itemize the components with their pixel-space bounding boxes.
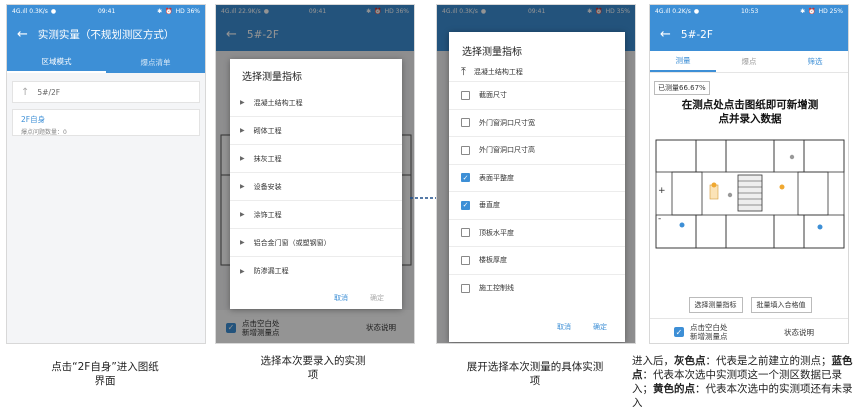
bluetooth-icon: ✱ xyxy=(800,8,806,15)
tab-measure[interactable]: 测量 xyxy=(650,51,716,72)
checkbox-icon[interactable] xyxy=(461,283,470,293)
dialog-buttons: 取消 确定 xyxy=(557,322,625,332)
alarm-icon: ⏰ xyxy=(808,8,816,15)
clock: 09:41 xyxy=(97,8,116,15)
metric-option[interactable]: ▶ 铝合金门窗（或塑钢窗） xyxy=(230,229,402,257)
alarm-icon: ⏰ xyxy=(165,8,173,15)
caption-step-1: 点击“2F自身”进入图纸 界面 xyxy=(51,361,159,387)
wechat-icon: ● xyxy=(50,8,57,15)
dialog-title: 选择测量指标 xyxy=(462,47,522,58)
checkbox-icon[interactable] xyxy=(461,118,470,128)
batch-fill-button[interactable]: 批量填入合格值 xyxy=(750,297,812,313)
region-item[interactable]: 2F自身 爆点问题数量：0 xyxy=(12,109,200,136)
checkbox-icon[interactable] xyxy=(461,90,470,100)
back-arrow-icon[interactable]: ← xyxy=(17,27,28,42)
submetric-option[interactable]: 顶板水平度 xyxy=(449,220,625,247)
tab-bar: 区域模式 爆点清单 xyxy=(7,51,205,73)
up-arrow-icon: ⤒ xyxy=(461,64,466,78)
action-buttons: 选择测量指标 批量填入合格值 xyxy=(650,297,848,313)
signal-text: 4G.ıll 0.2K/s xyxy=(655,8,691,15)
back-arrow-icon[interactable]: ← xyxy=(660,27,671,42)
expand-triangle-icon: ▶ xyxy=(240,99,245,106)
expand-triangle-icon: ▶ xyxy=(240,155,245,162)
up-arrow-icon: ↑ xyxy=(21,86,30,98)
status-bar: 4G.ıll 0.2K/s ● 10:53 ✱ ⏰ HD 25% xyxy=(650,5,848,18)
path-row[interactable]: ↑ 5#/2F xyxy=(12,81,200,103)
select-submetric-dialog: 选择测量指标 ⤒ 混凝土结构工程 截面尺寸 外门窗洞口尺寸宽 外门窗洞口尺寸高 … xyxy=(449,32,625,342)
caption-step-3: 展开选择本次测量的具体实测 项 xyxy=(466,361,604,387)
ok-button[interactable]: 确定 xyxy=(370,293,384,303)
tab-burst[interactable]: 爆点 xyxy=(716,51,782,72)
signal-text: 4G.ıll 0.3K/s xyxy=(12,8,48,15)
status-bar: 4G.ıll 0.3K/s ● 09:41 ✱ ⏰ HD 36% xyxy=(7,5,205,18)
tab-bar: 测量 爆点 筛选 xyxy=(650,51,848,73)
metric-option[interactable]: ▶ 防渗漏工程 xyxy=(230,257,402,285)
metric-option[interactable]: ▶ 砌体工程 xyxy=(230,117,402,145)
checkbox-checked-icon[interactable]: ✓ xyxy=(461,200,470,210)
clock: 10:53 xyxy=(740,8,759,15)
phone-screen-3: 4G.ıll 0.3K/s ● 09:41 ✱ ⏰ HD 35% 选择测量指标 ⤒ 混… xyxy=(436,4,636,344)
dialog-title: 选择测量指标 xyxy=(242,72,302,83)
instruction-text: 在测点处点击图纸即可新增测 点并录入数据 xyxy=(681,99,819,125)
region-item-sub: 爆点问题数量：0 xyxy=(21,129,67,136)
submetric-option[interactable]: 外门窗洞口尺寸宽 xyxy=(449,110,625,137)
checkbox-icon[interactable] xyxy=(461,145,470,155)
measured-badge: 已测量66.67% xyxy=(654,81,710,95)
zoom-controls: + - xyxy=(658,177,666,233)
submetric-option[interactable]: ✓ 垂直度 xyxy=(449,192,625,220)
floor-plan[interactable] xyxy=(652,135,848,255)
zoom-in-button[interactable]: + xyxy=(658,177,666,205)
checkbox-icon[interactable] xyxy=(461,255,470,265)
ok-button[interactable]: 确定 xyxy=(593,322,607,332)
parent-label: 混凝土结构工程 xyxy=(473,67,523,76)
checkbox-checked-icon[interactable]: ✓ xyxy=(461,173,470,183)
zoom-out-button[interactable]: - xyxy=(658,205,666,233)
expand-triangle-icon: ▶ xyxy=(240,239,245,246)
metric-option[interactable]: ▶ 设备安装 xyxy=(230,173,402,201)
app-bar: ← 实测实量（不规划测区方式） xyxy=(7,18,205,51)
submetric-option[interactable]: 截面尺寸 xyxy=(449,82,625,110)
metric-option[interactable]: ▶ 混凝土结构工程 xyxy=(230,89,402,117)
region-item-title: 2F自身 xyxy=(21,115,46,124)
caption-step-2: 选择本次要录入的实测 项 xyxy=(260,355,366,381)
submetric-option[interactable]: ✓ 表面平整度 xyxy=(449,165,625,192)
metric-option[interactable]: ▶ 涂饰工程 xyxy=(230,201,402,229)
expand-triangle-icon: ▶ xyxy=(240,183,245,190)
cancel-button[interactable]: 取消 xyxy=(557,322,571,332)
checkbox-checked-icon[interactable]: ✓ xyxy=(674,327,684,337)
checkbox-icon[interactable] xyxy=(461,228,470,238)
metric-option[interactable]: ▶ 抹灰工程 xyxy=(230,145,402,173)
page-title: 5#-2F xyxy=(680,28,713,41)
select-metric-button[interactable]: 选择测量指标 xyxy=(688,297,743,313)
status-legend-link[interactable]: 状态说明 xyxy=(784,327,814,338)
cancel-button[interactable]: 取消 xyxy=(334,293,348,303)
bottom-bar: ✓ 点击空白处 新增测量点 状态说明 xyxy=(650,318,848,343)
submetric-option[interactable]: 外门窗洞口尺寸高 xyxy=(449,137,625,165)
submetric-option[interactable]: 楼板厚度 xyxy=(449,247,625,275)
battery-text: HD 36% xyxy=(175,8,200,15)
tab-region-mode[interactable]: 区域模式 xyxy=(7,51,106,73)
parent-row[interactable]: ⤒ 混凝土结构工程 xyxy=(449,62,625,82)
submetric-list: 截面尺寸 外门窗洞口尺寸宽 外门窗洞口尺寸高 ✓ 表面平整度 ✓ 垂直度 顶板水平度… xyxy=(449,82,625,302)
page-title: 实测实量（不规划测区方式） xyxy=(37,29,175,41)
tab-filter[interactable]: 筛选 xyxy=(782,51,848,72)
path-text: 5#/2F xyxy=(37,87,61,97)
battery-text: HD 25% xyxy=(818,8,843,15)
phone-screen-4: 4G.ıll 0.2K/s ● 10:53 ✱ ⏰ HD 25% ← 5#-2F 测量… xyxy=(649,4,849,344)
caption-step-4: 进入后，灰色点：代表是之前建立的测点；蓝色点：代表本次选中实测项这一个测区数据已… xyxy=(632,355,853,409)
wechat-icon: ● xyxy=(693,8,700,15)
app-bar: ← 5#-2F xyxy=(650,18,848,51)
expand-triangle-icon: ▶ xyxy=(240,267,245,275)
expand-triangle-icon: ▶ xyxy=(240,211,245,218)
bluetooth-icon: ✱ xyxy=(157,8,163,15)
phone-screen-1: 4G.ıll 0.3K/s ● 09:41 ✱ ⏰ HD 36% ← 实测实量（不规划… xyxy=(6,4,206,344)
expand-triangle-icon: ▶ xyxy=(240,127,245,134)
add-point-hint: 点击空白处 新增测量点 xyxy=(690,323,728,341)
phone-screen-2: 4G.ıll 22.9K/s ● 09:41 ✱ ⏰ HD 36% ← 5#-2F ✓… xyxy=(215,4,415,344)
metric-list: ▶ 混凝土结构工程 ▶ 砌体工程 ▶ 抹灰工程 ▶ 设备安装 ▶ 涂饰工程 ▶ 铝合金门窗（… xyxy=(230,89,402,285)
dialog-buttons: 取消 确定 xyxy=(334,293,402,303)
select-metric-dialog: 选择测量指标 ▶ 混凝土结构工程 ▶ 砌体工程 ▶ 抹灰工程 ▶ 设备安装 ▶ 涂饰工程 … xyxy=(230,59,402,309)
submetric-option[interactable]: 施工控制线 xyxy=(449,275,625,303)
tab-burst-list[interactable]: 爆点清单 xyxy=(106,51,205,73)
